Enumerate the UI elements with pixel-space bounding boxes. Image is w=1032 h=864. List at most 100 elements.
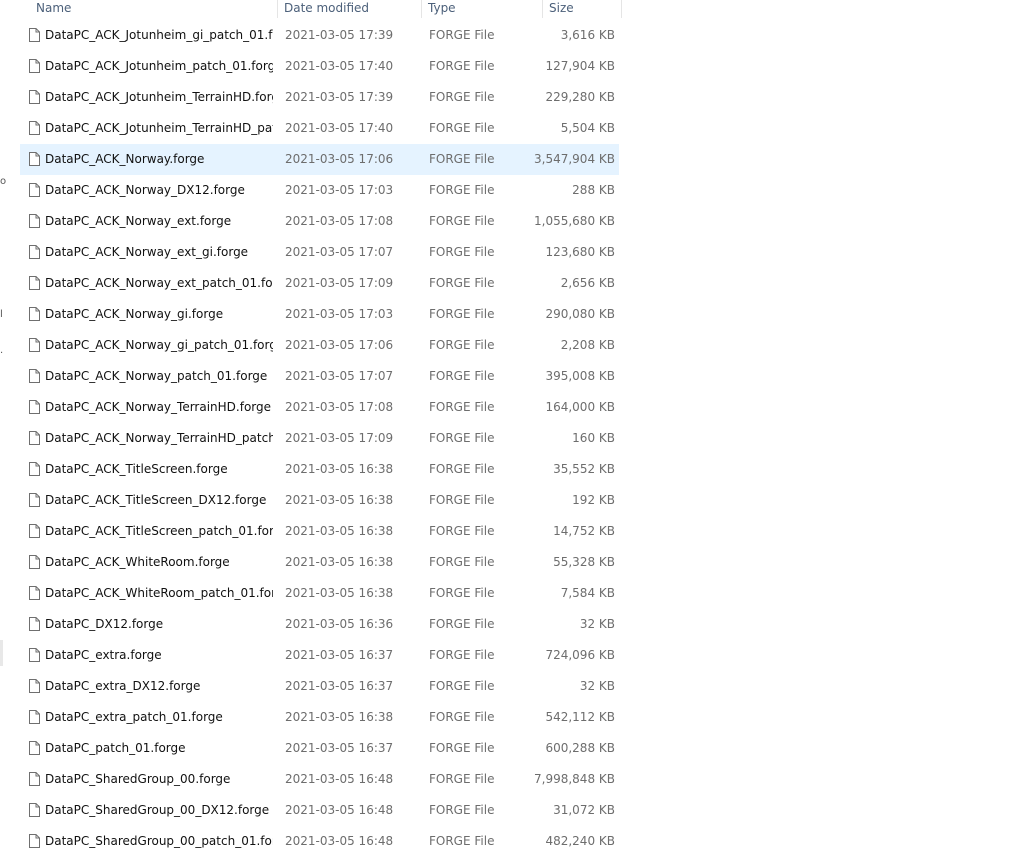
document-icon xyxy=(29,245,40,259)
file-type: FORGE File xyxy=(429,617,495,631)
document-icon xyxy=(29,338,40,352)
document-icon xyxy=(29,803,40,817)
file-name: DataPC_ACK_Norway_patch_01.forge xyxy=(45,369,268,383)
file-date-modified: 2021-03-05 16:37 xyxy=(285,741,394,755)
file-name: DataPC_ACK_Norway_gi_patch_01.forge xyxy=(45,338,273,352)
file-row[interactable]: DataPC_SharedGroup_00.forge 2021-03-05 16… xyxy=(20,764,619,795)
file-size: 7,998,848 KB xyxy=(534,772,615,786)
column-header-name[interactable]: Name xyxy=(30,0,278,18)
file-date-modified: 2021-03-05 17:07 xyxy=(285,369,394,383)
file-name: DataPC_ACK_Norway_ext.forge xyxy=(45,214,232,228)
column-header-size[interactable]: Size xyxy=(543,0,622,18)
file-size: 2,208 KB xyxy=(560,338,615,352)
file-name: DataPC_SharedGroup_00_DX12.forge xyxy=(45,803,270,817)
document-icon xyxy=(29,555,40,569)
file-row[interactable]: DataPC_extra_DX12.forge 2021-03-05 16:37 F… xyxy=(20,671,619,702)
file-row[interactable]: DataPC_SharedGroup_00_patch_01.forge 2021… xyxy=(20,826,619,857)
file-type: FORGE File xyxy=(429,338,495,352)
document-icon xyxy=(29,648,40,662)
file-size: 542,112 KB xyxy=(545,710,615,724)
file-type: FORGE File xyxy=(429,90,495,104)
file-size: 229,280 KB xyxy=(545,90,615,104)
file-row[interactable]: DataPC_SharedGroup_00_DX12.forge 2021-03-… xyxy=(20,795,619,826)
file-row[interactable]: DataPC_ACK_Norway_ext_patch_01.forge 2021… xyxy=(20,268,619,299)
file-row[interactable]: DataPC_ACK_Jotunheim_patch_01.forge 2021-… xyxy=(20,51,619,82)
file-row[interactable]: DataPC_ACK_Norway_TerrainHD_patch_0... 20… xyxy=(20,423,619,454)
file-name: DataPC_ACK_TitleScreen_patch_01.forge xyxy=(45,524,273,538)
file-row[interactable]: DataPC_ACK_WhiteRoom.forge 2021-03-05 16:… xyxy=(20,547,619,578)
file-type: FORGE File xyxy=(429,524,495,538)
file-row[interactable]: DataPC_ACK_Jotunheim_gi_patch_01.forge 20… xyxy=(20,20,619,51)
column-header-type[interactable]: Type xyxy=(422,0,543,18)
file-name: DataPC_ACK_TitleScreen.forge xyxy=(45,462,228,476)
file-size: 5,504 KB xyxy=(560,121,615,135)
file-row[interactable]: DataPC_ACK_WhiteRoom_patch_01.forge 2021-… xyxy=(20,578,619,609)
file-size: 482,240 KB xyxy=(545,834,615,848)
file-date-modified: 2021-03-05 16:38 xyxy=(285,493,394,507)
file-row[interactable]: DataPC_extra.forge 2021-03-05 16:37 FORGE … xyxy=(20,640,619,671)
file-size: 127,904 KB xyxy=(545,59,615,73)
file-date-modified: 2021-03-05 17:09 xyxy=(285,431,394,445)
file-row[interactable]: DataPC_ACK_Jotunheim_TerrainHD.forge 2021… xyxy=(20,82,619,113)
file-size: 3,547,904 KB xyxy=(534,152,615,166)
document-icon xyxy=(29,369,40,383)
file-row[interactable]: DataPC_ACK_Jotunheim_TerrainHD_patc... 20… xyxy=(20,113,619,144)
file-type: FORGE File xyxy=(429,803,495,817)
file-name: DataPC_ACK_Norway_gi.forge xyxy=(45,307,224,321)
file-size: 192 KB xyxy=(572,493,615,507)
file-row[interactable]: DataPC_patch_01.forge 2021-03-05 16:37 FOR… xyxy=(20,733,619,764)
file-type: FORGE File xyxy=(429,710,495,724)
file-row[interactable]: DataPC_ACK_Norway.forge 2021-03-05 17:06 F… xyxy=(20,144,619,175)
document-icon xyxy=(29,772,40,786)
file-type: FORGE File xyxy=(429,276,495,290)
document-icon xyxy=(29,710,40,724)
file-name: DataPC_ACK_Norway_ext_patch_01.forge xyxy=(45,276,273,290)
file-size: 14,752 KB xyxy=(553,524,615,538)
file-row[interactable]: DataPC_ACK_Norway_patch_01.forge 2021-03-… xyxy=(20,361,619,392)
file-name: DataPC_DX12.forge xyxy=(45,617,164,631)
file-name: DataPC_SharedGroup_00.forge xyxy=(45,772,231,786)
nav-pane-highlight xyxy=(0,640,3,666)
file-size: 2,656 KB xyxy=(560,276,615,290)
file-row[interactable]: DataPC_ACK_TitleScreen_DX12.forge 2021-03… xyxy=(20,485,619,516)
file-date-modified: 2021-03-05 16:38 xyxy=(285,524,394,538)
file-name: DataPC_extra.forge xyxy=(45,648,162,662)
file-type: FORGE File xyxy=(429,245,495,259)
file-date-modified: 2021-03-05 17:39 xyxy=(285,28,394,42)
file-row[interactable]: DataPC_ACK_Norway_DX12.forge 2021-03-05 1… xyxy=(20,175,619,206)
file-date-modified: 2021-03-05 16:36 xyxy=(285,617,394,631)
document-icon xyxy=(29,834,40,848)
column-header-date-modified[interactable]: Date modified xyxy=(278,0,422,18)
file-row[interactable]: DataPC_extra_patch_01.forge 2021-03-05 16… xyxy=(20,702,619,733)
document-icon xyxy=(29,121,40,135)
file-type: FORGE File xyxy=(429,369,495,383)
file-size: 32 KB xyxy=(579,679,615,693)
file-row[interactable]: DataPC_ACK_Norway_ext_gi.forge 2021-03-05… xyxy=(20,237,619,268)
file-row[interactable]: DataPC_ACK_TitleScreen.forge 2021-03-05 1… xyxy=(20,454,619,485)
file-date-modified: 2021-03-05 17:06 xyxy=(285,152,394,166)
file-size: 3,616 KB xyxy=(560,28,615,42)
file-row[interactable]: DataPC_ACK_TitleScreen_patch_01.forge 202… xyxy=(20,516,619,547)
file-name: DataPC_ACK_Jotunheim_patch_01.forge xyxy=(45,59,273,73)
file-type: FORGE File xyxy=(429,214,495,228)
file-size: 55,328 KB xyxy=(553,555,615,569)
file-date-modified: 2021-03-05 17:08 xyxy=(285,214,394,228)
file-type: FORGE File xyxy=(429,462,495,476)
document-icon xyxy=(29,400,40,414)
file-date-modified: 2021-03-05 17:03 xyxy=(285,183,394,197)
document-icon xyxy=(29,214,40,228)
file-name: DataPC_SharedGroup_00_patch_01.forge xyxy=(45,834,273,848)
file-date-modified: 2021-03-05 17:39 xyxy=(285,90,394,104)
document-icon xyxy=(29,493,40,507)
navigation-pane-edge: o l . xyxy=(0,0,8,864)
file-type: FORGE File xyxy=(429,772,495,786)
file-row[interactable]: DataPC_ACK_Norway_TerrainHD.forge 2021-03… xyxy=(20,392,619,423)
file-row[interactable]: DataPC_ACK_Norway_gi.forge 2021-03-05 17:… xyxy=(20,299,619,330)
file-row[interactable]: DataPC_DX12.forge 2021-03-05 16:36 FORGE F… xyxy=(20,609,619,640)
file-date-modified: 2021-03-05 17:09 xyxy=(285,276,394,290)
file-date-modified: 2021-03-05 17:03 xyxy=(285,307,394,321)
file-row[interactable]: DataPC_ACK_Norway_ext.forge 2021-03-05 17… xyxy=(20,206,619,237)
file-type: FORGE File xyxy=(429,431,495,445)
file-row[interactable]: DataPC_ACK_Norway_gi_patch_01.forge 2021-… xyxy=(20,330,619,361)
file-size: 1,055,680 KB xyxy=(534,214,615,228)
